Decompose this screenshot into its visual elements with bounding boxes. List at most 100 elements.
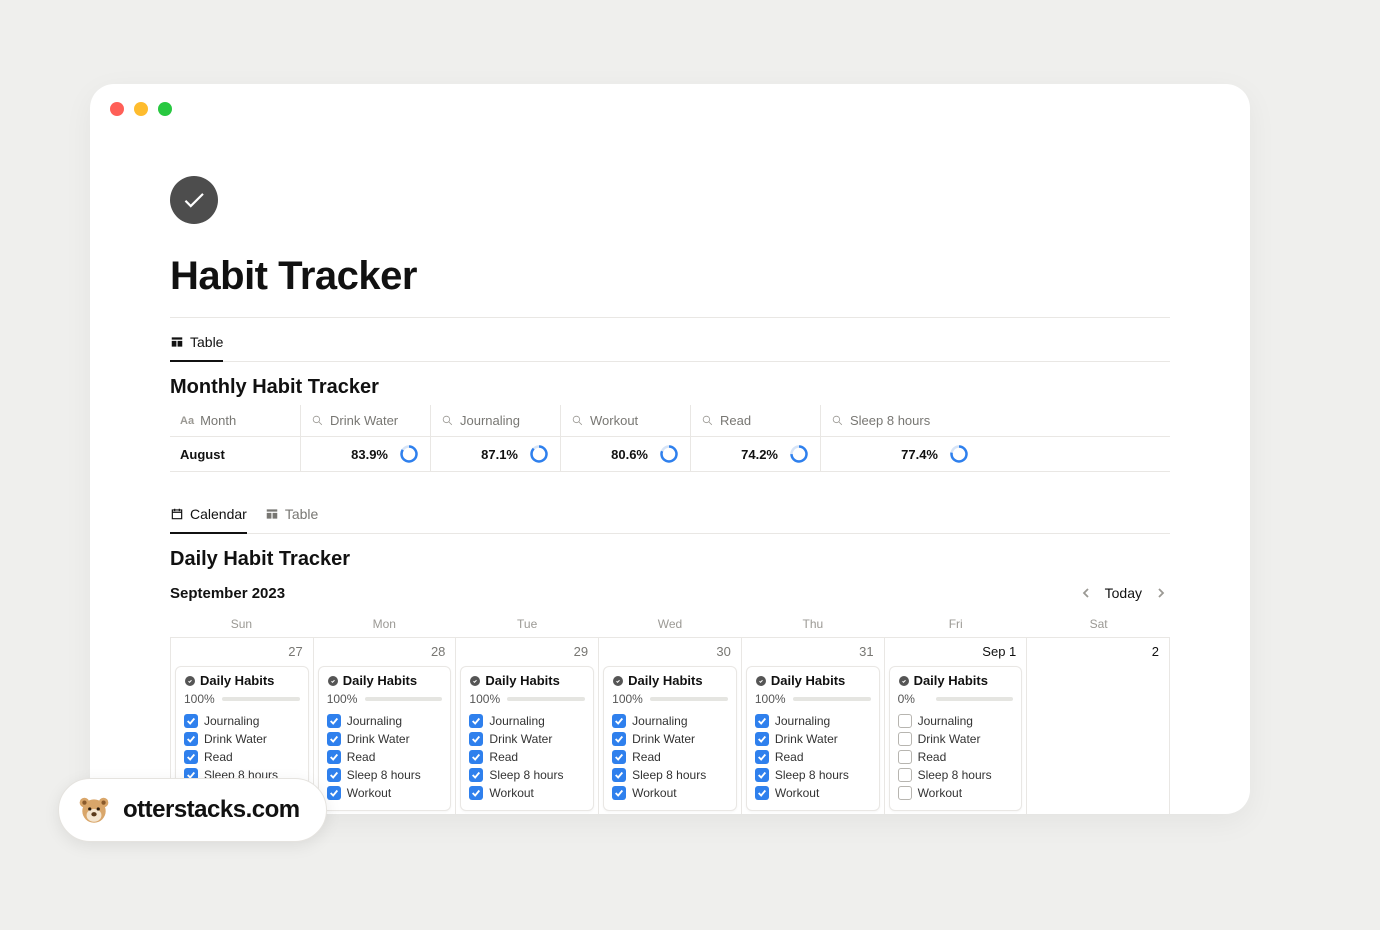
window-maximize-button[interactable] xyxy=(158,102,172,116)
habit-checkbox[interactable] xyxy=(898,750,912,764)
habit-label: Journaling xyxy=(632,714,687,728)
calendar-day-cell[interactable]: 30Daily Habits100%JournalingDrink WaterR… xyxy=(599,638,742,814)
day-number: 2 xyxy=(1152,644,1159,659)
habit-item: Journaling xyxy=(898,712,1014,730)
calendar-day-cell[interactable]: 31Daily Habits100%JournalingDrink WaterR… xyxy=(742,638,885,814)
calendar-day-cell[interactable]: Sep 1Daily Habits0%JournalingDrink Water… xyxy=(885,638,1028,814)
habit-checkbox[interactable] xyxy=(755,786,769,800)
habit-checkbox[interactable] xyxy=(469,750,483,764)
card-title: Daily Habits xyxy=(184,673,300,688)
habit-checkbox[interactable] xyxy=(469,786,483,800)
tab-label: Table xyxy=(190,334,223,350)
weekday-label: Sat xyxy=(1027,611,1170,637)
daily-habit-card[interactable]: Daily Habits100%JournalingDrink WaterRea… xyxy=(746,666,880,811)
habit-checkbox[interactable] xyxy=(469,768,483,782)
window-controls xyxy=(90,84,1250,116)
day-number: 28 xyxy=(431,644,445,659)
habit-label: Drink Water xyxy=(918,732,981,746)
habit-item: Drink Water xyxy=(184,730,300,748)
habit-label: Journaling xyxy=(204,714,259,728)
habit-checkbox[interactable] xyxy=(327,714,341,728)
habit-checkbox[interactable] xyxy=(184,732,198,746)
page-content: Habit Tracker Table Monthly Habit Tracke… xyxy=(90,116,1250,814)
tab-label: Calendar xyxy=(190,506,247,522)
daily-view-tabs: Calendar Table xyxy=(170,496,1170,534)
habit-checkbox[interactable] xyxy=(898,714,912,728)
daily-habit-card[interactable]: Daily Habits100%JournalingDrink WaterRea… xyxy=(460,666,594,811)
progress-percent: 100% xyxy=(755,692,787,706)
habit-item: Sleep 8 hours xyxy=(898,766,1014,784)
habit-checkbox[interactable] xyxy=(898,768,912,782)
column-journaling[interactable]: Journaling xyxy=(430,405,560,436)
habit-item: Workout xyxy=(755,784,871,802)
habit-checkbox[interactable] xyxy=(612,714,626,728)
habit-label: Sleep 8 hours xyxy=(775,768,849,782)
monthly-table-row[interactable]: August 83.9% 87.1% 80.6% 74.2% xyxy=(170,437,1170,472)
habit-label: Read xyxy=(204,750,233,764)
tab-daily-calendar[interactable]: Calendar xyxy=(170,496,247,534)
habit-checkbox[interactable] xyxy=(327,750,341,764)
habit-item: Read xyxy=(469,748,585,766)
habit-checkbox[interactable] xyxy=(612,750,626,764)
habit-checkbox[interactable] xyxy=(327,732,341,746)
habit-checkbox[interactable] xyxy=(612,732,626,746)
daily-habit-card[interactable]: Daily Habits100%JournalingDrink WaterRea… xyxy=(318,666,452,811)
habit-item: Read xyxy=(755,748,871,766)
card-title: Daily Habits xyxy=(327,673,443,688)
habit-item: Read xyxy=(898,748,1014,766)
habit-checkbox[interactable] xyxy=(755,714,769,728)
weekday-label: Tue xyxy=(456,611,599,637)
calendar-nav: Today xyxy=(1077,581,1170,605)
habit-item: Sleep 8 hours xyxy=(755,766,871,784)
column-month[interactable]: Aa Month xyxy=(170,405,300,436)
column-workout[interactable]: Workout xyxy=(560,405,690,436)
monthly-section-title: Monthly Habit Tracker xyxy=(170,376,1170,399)
daily-habit-card[interactable]: Daily Habits0%JournalingDrink WaterReadS… xyxy=(889,666,1023,811)
habit-checkbox[interactable] xyxy=(755,732,769,746)
habit-checkbox[interactable] xyxy=(327,786,341,800)
tab-label: Table xyxy=(285,506,318,522)
habit-label: Drink Water xyxy=(347,732,410,746)
habit-label: Read xyxy=(489,750,518,764)
watermark-badge[interactable]: otterstacks.com xyxy=(58,778,327,842)
progress-bar xyxy=(507,697,585,701)
habit-checkbox[interactable] xyxy=(469,732,483,746)
formula-icon xyxy=(571,414,584,427)
calendar-next-button[interactable] xyxy=(1152,581,1170,605)
calendar-header: September 2023 Today xyxy=(170,581,1170,605)
progress-row: 100% xyxy=(184,692,300,706)
habit-checkbox[interactable] xyxy=(898,732,912,746)
calendar-day-cell[interactable]: 28 Daily Habits100%JournalingDrink WaterR… xyxy=(314,638,457,814)
calendar-day-cell[interactable]: 29Daily Habits100%JournalingDrink WaterR… xyxy=(456,638,599,814)
habit-checkbox[interactable] xyxy=(755,768,769,782)
watermark-text: otterstacks.com xyxy=(123,796,300,824)
habit-checkbox[interactable] xyxy=(184,750,198,764)
monthly-view-tabs: Table xyxy=(170,324,1170,362)
habit-checkbox[interactable] xyxy=(327,768,341,782)
habit-checkbox[interactable] xyxy=(898,786,912,800)
tab-monthly-table[interactable]: Table xyxy=(170,324,223,362)
habit-label: Sleep 8 hours xyxy=(489,768,563,782)
window-close-button[interactable] xyxy=(110,102,124,116)
calendar-prev-button[interactable] xyxy=(1077,581,1095,605)
tab-daily-table[interactable]: Table xyxy=(265,496,318,534)
habit-item: Journaling xyxy=(612,712,728,730)
window-minimize-button[interactable] xyxy=(134,102,148,116)
progress-row: 100% xyxy=(469,692,585,706)
column-drink-water[interactable]: Drink Water xyxy=(300,405,430,436)
habit-checkbox[interactable] xyxy=(755,750,769,764)
habit-checkbox[interactable] xyxy=(469,714,483,728)
calendar-day-cell[interactable]: 2 xyxy=(1027,638,1170,814)
habit-checkbox[interactable] xyxy=(612,786,626,800)
page-icon-checkmark xyxy=(170,176,218,224)
cell-sleep: 77.4% xyxy=(820,437,980,471)
column-sleep[interactable]: Sleep 8 hours xyxy=(820,405,980,436)
habit-checkbox[interactable] xyxy=(612,768,626,782)
daily-habit-card[interactable]: Daily Habits100%JournalingDrink WaterRea… xyxy=(603,666,737,811)
card-title: Daily Habits xyxy=(612,673,728,688)
habit-item: Drink Water xyxy=(898,730,1014,748)
day-number: 27 xyxy=(288,644,302,659)
habit-checkbox[interactable] xyxy=(184,714,198,728)
calendar-today-button[interactable]: Today xyxy=(1105,585,1142,601)
column-read[interactable]: Read xyxy=(690,405,820,436)
